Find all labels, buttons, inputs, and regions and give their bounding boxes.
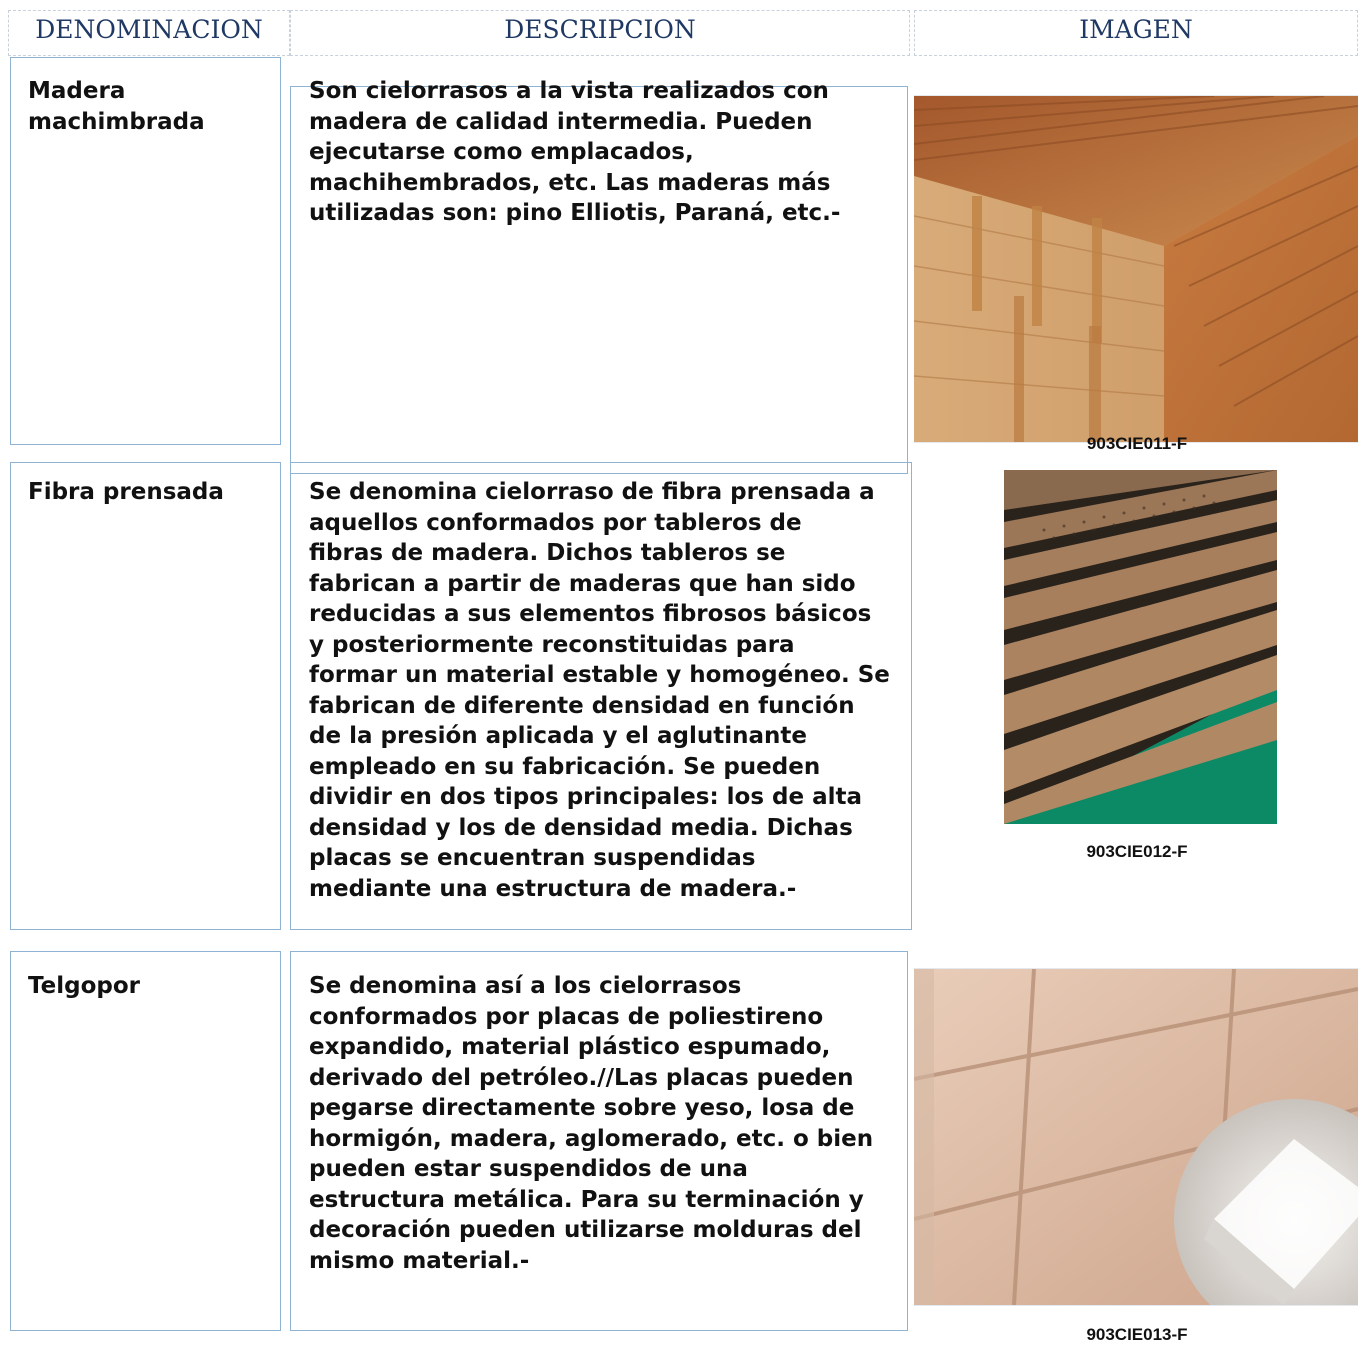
header-denominacion: DENOMINACION: [8, 10, 290, 56]
row-description-madera: Son cielorrasos a la vista realizados co…: [309, 78, 841, 226]
fiberboard-stack-photo: [1004, 470, 1277, 824]
row-description-fibra: Se denomina cielorraso de fibra prensada…: [309, 479, 890, 902]
name-cell-box: [10, 951, 281, 1331]
header-descripcion: DESCRIPCION: [290, 10, 910, 56]
wood-ceiling-photo: [914, 95, 1358, 443]
image-code-caption: 903CIE011-F: [1086, 434, 1188, 453]
row-description-telgopor: Se denomina así a los cielorrasos confor…: [309, 973, 874, 1274]
row-name-madera: Madera machimbrada: [28, 78, 205, 135]
image-code-caption: 903CIE013-F: [1086, 1325, 1188, 1344]
header-imagen: IMAGEN: [914, 10, 1358, 56]
image-code-caption: 903CIE012-F: [1086, 842, 1188, 861]
row-name-telgopor: Telgopor: [28, 973, 140, 999]
name-cell-box: [10, 462, 281, 930]
polystyrene-tiles-photo: [914, 968, 1358, 1306]
row-name-fibra: Fibra prensada: [28, 479, 224, 505]
